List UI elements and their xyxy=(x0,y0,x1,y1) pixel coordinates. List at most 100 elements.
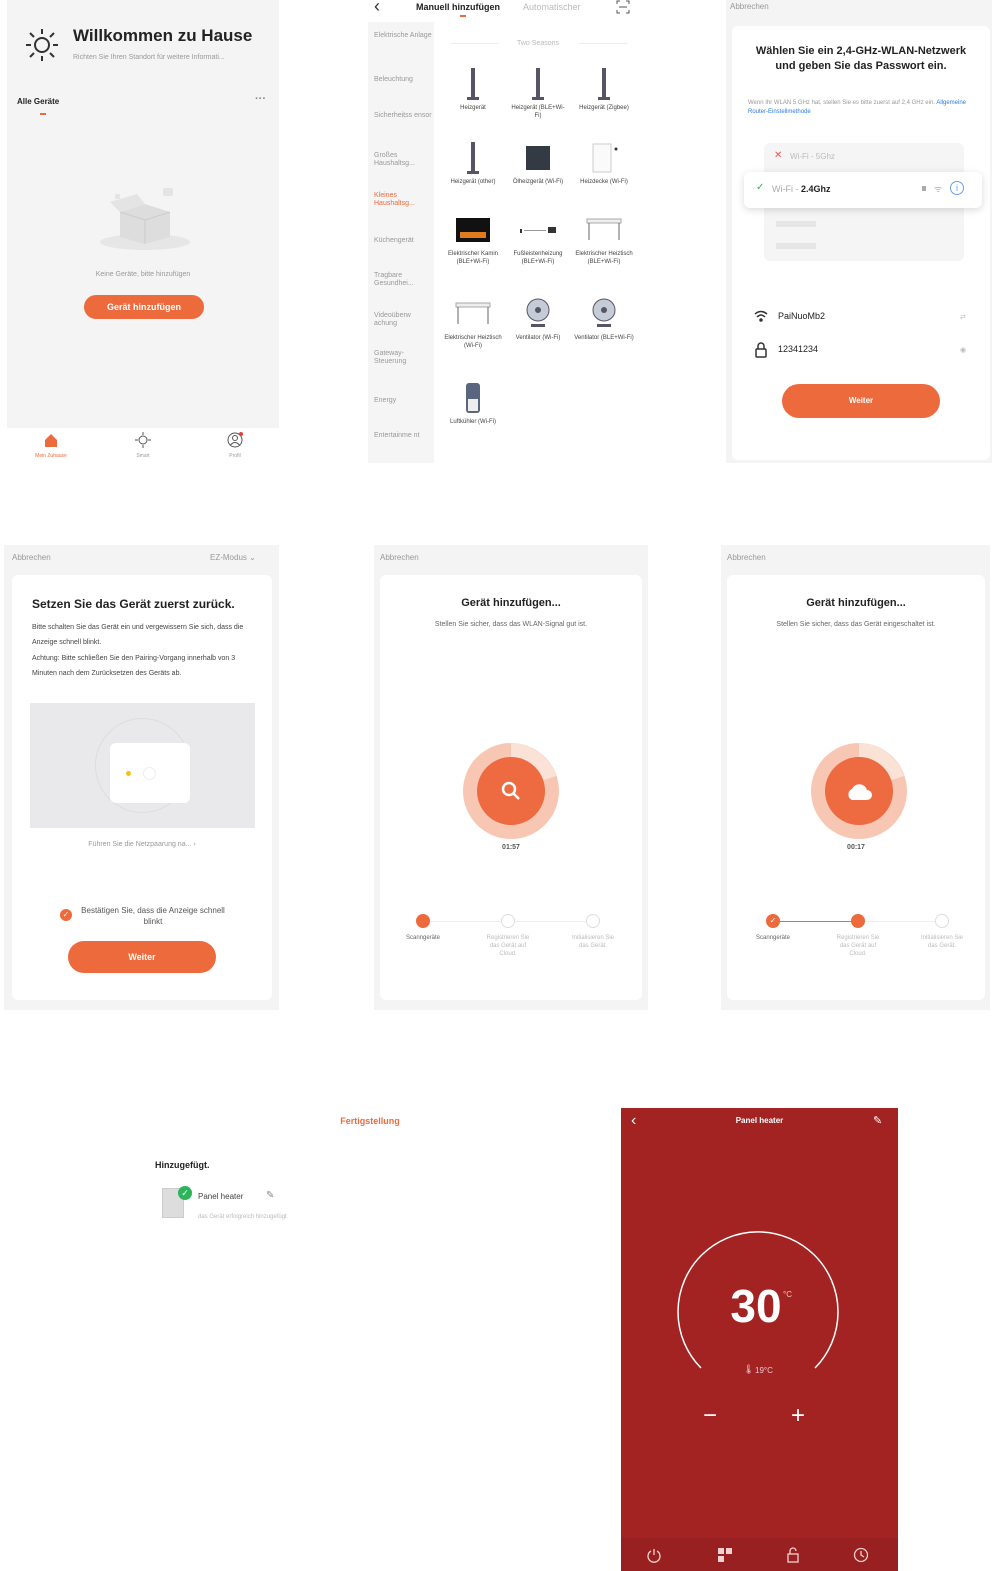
step-register: Registrieren Sie das Gerät auf Cloud. xyxy=(833,914,883,958)
more-icon[interactable]: ··· xyxy=(255,93,266,105)
cancel-link[interactable]: Abbrechen xyxy=(12,553,51,562)
device-tile[interactable]: Ventilator (Wi-Fi) xyxy=(508,296,568,342)
info-icon[interactable]: i xyxy=(950,181,964,195)
switch-network-icon[interactable]: ⇄ xyxy=(960,313,966,322)
bottom-nav: Mein Zuhause Smart Profil xyxy=(7,428,279,463)
device-label: Heizgerät xyxy=(460,105,486,111)
wifi-24-label: Wi-Fi - 2.4Ghz xyxy=(772,184,831,194)
mode-icon[interactable] xyxy=(718,1548,732,1567)
sidebar-item[interactable]: Energy xyxy=(374,397,432,405)
nav-home[interactable]: Mein Zuhause xyxy=(21,432,81,459)
wifi-prefix: Wi-Fi - xyxy=(772,184,801,194)
page-title: Willkommen zu Hause xyxy=(73,26,253,45)
device-tile[interactable]: Luftkühler (Wi-Fi) xyxy=(443,380,503,426)
placeholder-bar xyxy=(776,243,816,249)
tab-all-devices[interactable]: Alle Geräte xyxy=(17,97,59,106)
pairing-guide-link[interactable]: Führen Sie die Netzpaarung na... › xyxy=(32,840,252,849)
next-button[interactable]: Weiter xyxy=(68,941,216,973)
timer-icon[interactable] xyxy=(853,1547,869,1568)
profile-icon xyxy=(205,432,265,453)
screen-complete: Fertigstellung Hinzugefügt. ✓ Panel heat… xyxy=(140,1106,500,1246)
heater-icon xyxy=(443,140,503,176)
chevron-right-icon: › xyxy=(191,841,196,848)
cancel-link[interactable]: Abbrechen xyxy=(380,553,419,562)
location-hint[interactable]: Richten Sie Ihren Standort für weitere I… xyxy=(73,53,225,62)
device-tile[interactable]: Elektrischer Heiztisch (Wi-Fi) xyxy=(443,296,503,350)
sidebar-item[interactable]: Sicherheitss ensor xyxy=(374,112,432,120)
adding-subtitle: Stellen Sie sicher, dass das Gerät einge… xyxy=(776,621,936,628)
wifi-small-icon: ᯤ xyxy=(934,184,943,194)
sidebar-item[interactable]: Tragbare Gesundhei... xyxy=(374,272,432,288)
success-text: das Gerät erfolgreich hinzugefügt xyxy=(198,1214,287,1220)
device-title: Panel heater xyxy=(735,1116,784,1125)
ssid-field[interactable]: PaiNuoMb2 xyxy=(778,311,825,321)
chevron-down-icon: ⌄ xyxy=(246,553,256,562)
heater-icon xyxy=(443,66,503,102)
cancel-link[interactable]: Abbrechen xyxy=(727,553,766,562)
device-label: Ventilator (Wi-Fi) xyxy=(515,335,561,341)
back-icon[interactable]: ‹ xyxy=(374,0,380,17)
device-illustration xyxy=(30,703,255,828)
device-tile[interactable]: Heizgerät (BLE+Wi-Fi) xyxy=(508,66,568,120)
increase-button[interactable]: + xyxy=(791,1402,805,1430)
next-button[interactable]: Weiter xyxy=(782,384,940,418)
sidebar-item[interactable]: Entertainme nt xyxy=(374,432,432,440)
device-tile[interactable]: Heizgerät (other) xyxy=(443,140,503,186)
heater-icon xyxy=(508,66,568,102)
device-tile[interactable]: Ventilator (BLE+Wi-Fi) xyxy=(574,296,634,342)
confirm-checkbox[interactable]: ✓ xyxy=(60,909,72,921)
complete-header[interactable]: Fertigstellung xyxy=(290,1116,450,1126)
device-tile[interactable]: Fußleistenheizung (BLE+Wi-Fi) xyxy=(508,212,568,266)
smart-icon xyxy=(113,432,173,453)
password-field[interactable]: 12341234 xyxy=(778,344,818,354)
device-tile[interactable]: Heizdecke (Wi-Fi) xyxy=(574,140,634,186)
device-tile[interactable]: Heizgerät xyxy=(443,66,503,112)
add-device-button[interactable]: Gerät hinzufügen xyxy=(84,295,204,319)
sidebar-item[interactable]: Videoüberw achung xyxy=(374,312,432,328)
screen-home: Willkommen zu Hause Richten Sie Ihren St… xyxy=(7,0,279,463)
edit-name-icon[interactable]: ✎ xyxy=(266,1190,274,1201)
device-tile[interactable]: Elektrischer Kamin (BLE+Wi-Fi) xyxy=(443,212,503,266)
sidebar-item[interactable]: Großes Haushaltsg... xyxy=(374,152,432,168)
nav-profile[interactable]: Profil xyxy=(205,432,265,459)
edit-icon[interactable]: ✎ xyxy=(873,1114,882,1127)
sidebar-item[interactable]: Beleuchtung xyxy=(374,76,432,84)
device-tile[interactable]: Ölheizgerät (Wi-Fi) xyxy=(508,140,568,186)
scan-icon[interactable] xyxy=(616,0,630,19)
power-icon[interactable] xyxy=(646,1548,662,1569)
empty-box-icon xyxy=(95,182,195,257)
device-label: Ölheizgerät (Wi-Fi) xyxy=(512,179,564,185)
step-active-icon xyxy=(416,914,430,928)
sidebar-item[interactable]: Gateway-Steuerung xyxy=(374,350,432,366)
decrease-button[interactable]: − xyxy=(703,1402,717,1430)
sidebar-item[interactable]: Elektrische Anlage xyxy=(374,32,432,40)
device-label: Elektrischer Kamin (BLE+Wi-Fi) xyxy=(447,251,498,265)
device-tile[interactable]: Elektrischer Heiztisch (BLE+Wi-Fi) xyxy=(574,212,634,266)
guide-text: Führen Sie die Netzpaarung na... xyxy=(88,841,192,848)
tab-auto[interactable]: Automatischer xyxy=(523,2,581,12)
screen-add-manual: ‹ Manuell hinzufügen Automatischer Elekt… xyxy=(368,0,640,463)
device-label: Heizdecke (Wi-Fi) xyxy=(580,179,628,185)
screen-adding-cloud: Abbrechen Gerät hinzufügen... Stellen Si… xyxy=(721,545,990,1010)
baseboard-heater-icon xyxy=(508,212,568,248)
tab-manual[interactable]: Manuell hinzufügen xyxy=(416,2,500,12)
mode-selector[interactable]: EZ-Modus ⌄ xyxy=(210,553,256,562)
nav-smart[interactable]: Smart xyxy=(113,432,173,459)
lock-icon[interactable] xyxy=(785,1547,801,1568)
search-icon xyxy=(501,781,521,806)
nav-label: Smart xyxy=(136,453,150,459)
device-tile[interactable]: Heizgerät (Zigbee) xyxy=(574,66,634,112)
device-label: Fußleistenheizung (BLE+Wi-Fi) xyxy=(513,251,563,265)
device-label: Elektrischer Heiztisch (Wi-Fi) xyxy=(444,335,502,349)
sidebar-item[interactable]: Küchengerät xyxy=(374,237,432,245)
sidebar-item-active[interactable]: Kleines Haushaltsg... xyxy=(374,192,432,208)
home-icon xyxy=(21,432,81,453)
device-label: Heizgerät (other) xyxy=(450,179,496,185)
cancel-link[interactable]: Abbrechen xyxy=(730,2,769,11)
eye-icon[interactable]: ◉ xyxy=(960,346,966,355)
tab-indicator xyxy=(40,113,46,115)
adding-title: Gerät hinzufügen... xyxy=(461,597,561,609)
reset-card: Setzen Sie das Gerät zuerst zurück. Bitt… xyxy=(12,575,272,1000)
x-icon: ✕ xyxy=(774,150,783,161)
tab-indicator xyxy=(460,15,466,17)
